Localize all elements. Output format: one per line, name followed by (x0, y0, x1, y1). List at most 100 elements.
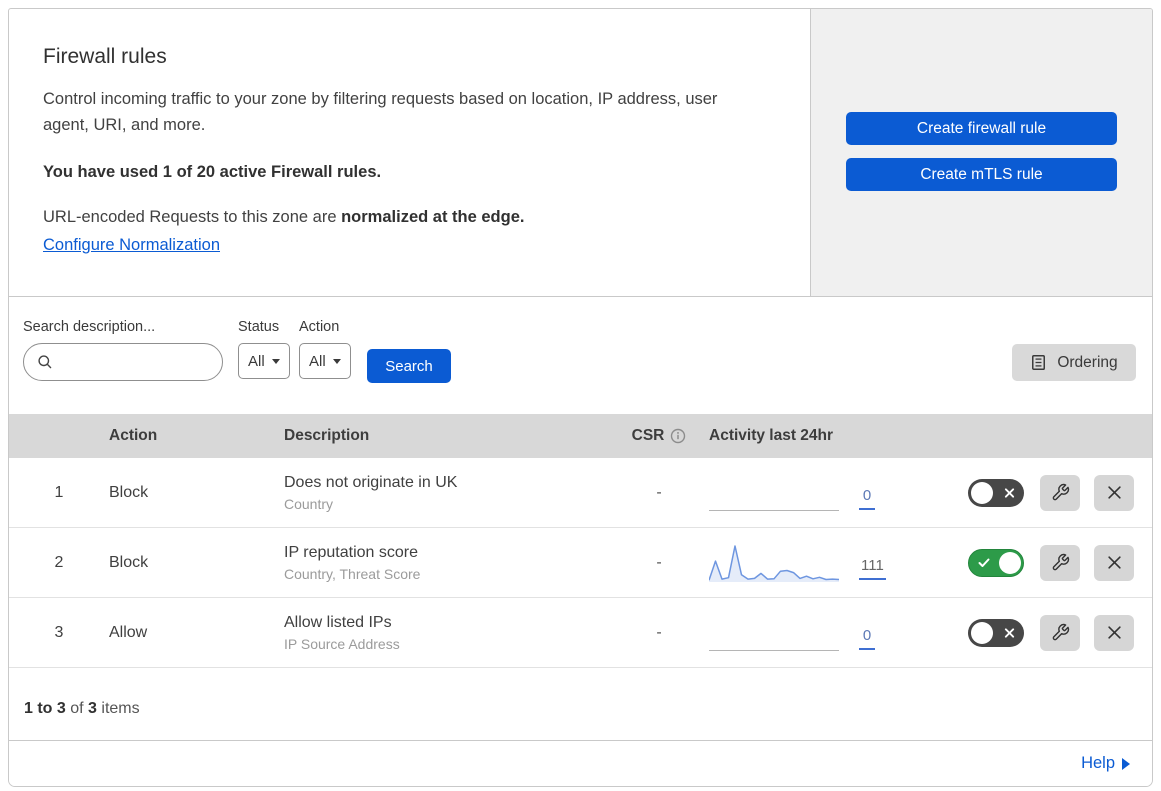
activity-sparkline-flat (709, 472, 839, 514)
ordering-button[interactable]: Ordering (1012, 344, 1136, 381)
chevron-down-icon (332, 358, 341, 364)
search-button[interactable]: Search (367, 349, 451, 383)
normalization-note-bold: normalized at the edge. (341, 208, 525, 226)
rule-fields: Country (284, 495, 334, 512)
search-group: Search description... (23, 319, 223, 381)
rule-csr-value: - (656, 483, 662, 501)
pagination-range: 1 to 3 (24, 700, 66, 717)
configure-normalization-link[interactable]: Configure Normalization (43, 236, 220, 254)
table-row: 2 Block IP reputation score Country, Thr… (9, 528, 1152, 598)
column-header-activity: Activity last 24hr (709, 427, 834, 444)
rule-fields: Country, Threat Score (284, 565, 421, 582)
search-input[interactable] (61, 353, 222, 371)
close-icon (1107, 555, 1122, 570)
wrench-icon (1051, 553, 1070, 572)
help-link[interactable]: Help (1081, 754, 1130, 773)
rule-priority: 3 (54, 623, 64, 641)
pagination-of: of (70, 700, 84, 717)
status-label: Status (238, 319, 280, 335)
rule-priority: 1 (54, 483, 64, 501)
action-label: Action (299, 319, 340, 335)
rule-controls (959, 474, 1152, 511)
create-firewall-rule-button[interactable]: Create firewall rule (846, 112, 1117, 145)
rule-description-cell: Does not originate in UK Country (284, 474, 609, 512)
pagination-items: items (101, 700, 140, 717)
table-row: 3 Allow Allow listed IPs IP Source Addre… (9, 598, 1152, 668)
info-icon[interactable] (670, 428, 686, 444)
rule-controls (959, 614, 1152, 651)
filter-toolbar: Search description... Status All Action … (9, 297, 1152, 414)
close-icon (1107, 485, 1122, 500)
action-filter-group: Action All (299, 319, 351, 379)
status-filter-group: Status All (238, 319, 290, 379)
rule-action: Block (109, 553, 149, 571)
wrench-icon (1051, 623, 1070, 642)
check-icon (978, 557, 990, 568)
rule-enabled-toggle[interactable] (968, 478, 1024, 507)
usage-summary: You have used 1 of 20 active Firewall ru… (43, 163, 382, 181)
column-header-description: Description (284, 427, 370, 444)
rule-description: Allow listed IPs (284, 613, 392, 631)
rule-description: IP reputation score (284, 543, 419, 561)
toggle-knob (971, 481, 993, 504)
edit-rule-button[interactable] (1040, 474, 1080, 511)
edit-rule-button[interactable] (1040, 614, 1080, 651)
normalization-note: URL-encoded Requests to this zone are no… (43, 208, 780, 227)
create-mtls-rule-button[interactable]: Create mTLS rule (846, 158, 1117, 191)
status-dropdown[interactable]: All (238, 343, 290, 379)
toggle-knob (971, 621, 993, 644)
rule-controls (959, 544, 1152, 581)
intro-text-block: Firewall rules Control incoming traffic … (9, 9, 810, 296)
delete-rule-button[interactable] (1094, 544, 1134, 581)
rule-fields: IP Source Address (284, 635, 400, 652)
page-description: Control incoming traffic to your zone by… (43, 90, 718, 134)
table-header-row: Action Description CSR Activity last 24h… (9, 414, 1152, 458)
rule-priority: 2 (54, 553, 64, 571)
search-label: Search description... (23, 319, 156, 335)
rule-activity-cell: 0 (709, 612, 959, 654)
pagination-total: 3 (88, 700, 97, 717)
chevron-down-icon (271, 358, 280, 364)
delete-rule-button[interactable] (1094, 614, 1134, 651)
ordering-list-icon (1030, 354, 1047, 371)
activity-count-link[interactable]: 0 (859, 487, 875, 510)
ordering-button-label: Ordering (1057, 353, 1118, 371)
rule-action: Allow (109, 623, 148, 641)
csr-header-label: CSR (631, 427, 665, 444)
actions-panel: Create firewall rule Create mTLS rule (810, 9, 1152, 296)
activity-count-link[interactable]: 111 (859, 557, 886, 580)
firewall-rules-panel: Firewall rules Control incoming traffic … (8, 8, 1153, 787)
pagination-summary: 1 to 3 of 3 items (9, 668, 1152, 741)
rule-action: Block (109, 483, 149, 501)
wrench-icon (1051, 483, 1070, 502)
table-row: 1 Block Does not originate in UK Country… (9, 458, 1152, 528)
activity-sparkline-flat (709, 612, 839, 654)
header-section: Firewall rules Control incoming traffic … (9, 9, 1152, 297)
delete-rule-button[interactable] (1094, 474, 1134, 511)
status-dropdown-value: All (248, 352, 265, 370)
rule-csr-value: - (656, 623, 662, 641)
normalization-note-text: URL-encoded Requests to this zone are (43, 208, 342, 226)
rule-description-cell: IP reputation score Country, Threat Scor… (284, 544, 609, 582)
rule-enabled-toggle[interactable] (968, 618, 1024, 647)
rule-description: Does not originate in UK (284, 473, 458, 491)
close-icon (1004, 487, 1015, 498)
search-box[interactable] (23, 343, 223, 381)
column-header-action: Action (109, 427, 158, 444)
help-link-label: Help (1081, 754, 1115, 772)
edit-rule-button[interactable] (1040, 544, 1080, 581)
action-dropdown[interactable]: All (299, 343, 351, 379)
rule-activity-cell: 0 (709, 472, 959, 514)
search-icon (37, 354, 53, 370)
toggle-knob (999, 551, 1021, 574)
rule-enabled-toggle[interactable] (968, 548, 1024, 577)
rule-description-cell: Allow listed IPs IP Source Address (284, 614, 609, 652)
rule-activity-cell: 111 (708, 542, 959, 584)
action-dropdown-value: All (309, 352, 326, 370)
activity-count-link[interactable]: 0 (859, 627, 875, 650)
page-title: Firewall rules (43, 45, 167, 68)
help-bar: Help (9, 741, 1152, 786)
close-icon (1107, 625, 1122, 640)
activity-sparkline-chart (708, 542, 840, 584)
close-icon (1004, 627, 1015, 638)
